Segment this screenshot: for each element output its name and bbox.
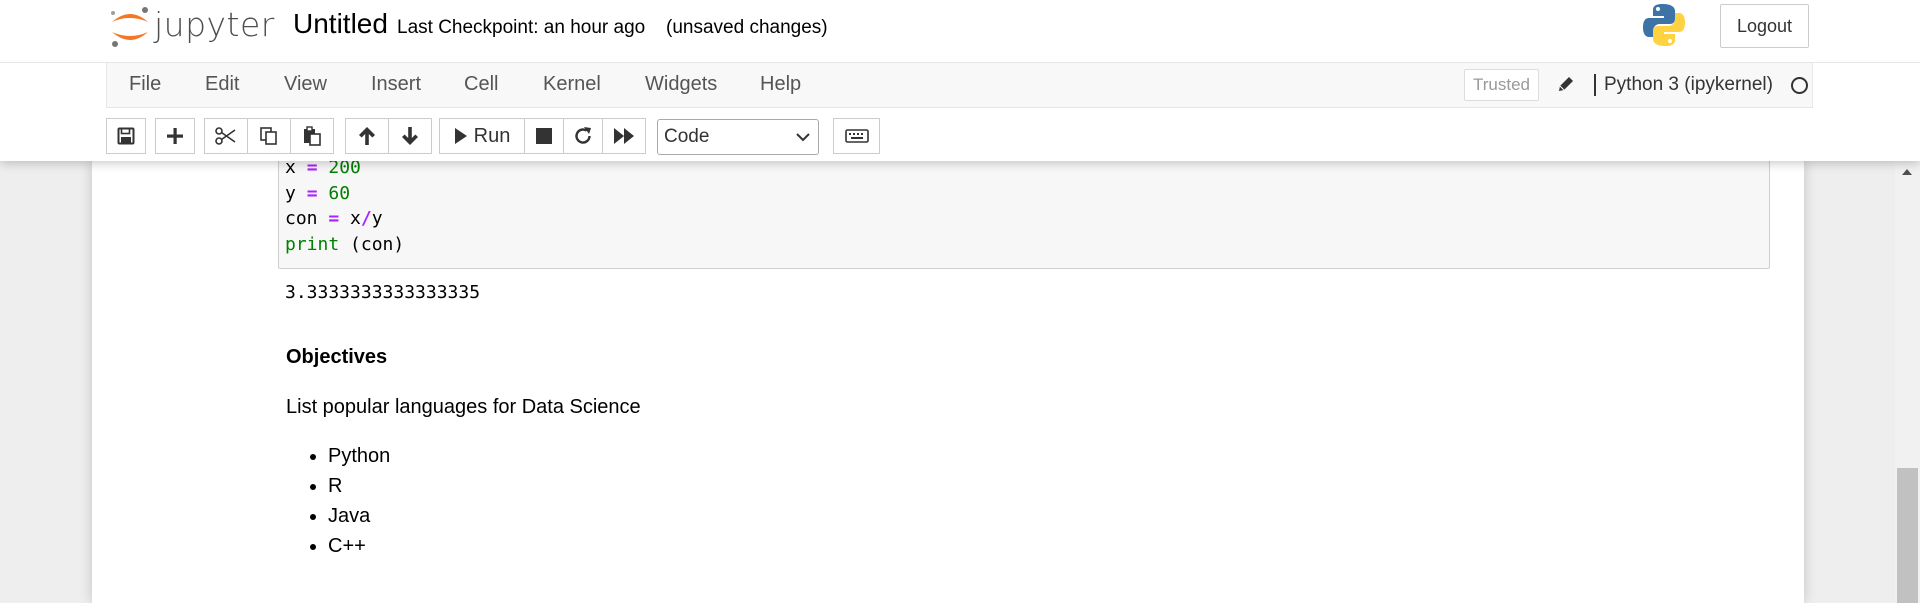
jupyter-logo[interactable]: jupyter	[108, 5, 274, 47]
cell-type-value: Code	[664, 126, 710, 147]
pencil-icon[interactable]	[1556, 74, 1576, 94]
move-up-button[interactable]	[345, 118, 389, 154]
copy-button[interactable]	[247, 118, 291, 154]
keyboard-icon	[844, 129, 869, 143]
code-line: y = 60	[285, 183, 351, 204]
code-line: print (con)	[285, 234, 405, 255]
header: jupyter Untitled Last Checkpoint: an hou…	[0, 0, 1920, 161]
copy-icon	[260, 127, 277, 145]
cut-button[interactable]	[204, 118, 248, 154]
run-button[interactable]: Run	[439, 118, 525, 154]
checkpoint-status: Last Checkpoint: an hour ago	[397, 17, 646, 38]
autosave-status: (unsaved changes)	[666, 17, 828, 38]
list-item: Python	[328, 441, 390, 471]
plus-icon	[167, 128, 183, 144]
logo-text: jupyter	[154, 5, 275, 44]
scroll-thumb[interactable]	[1897, 468, 1918, 603]
restart-run-all-button[interactable]	[602, 118, 646, 154]
menu-cell[interactable]: Cell	[464, 73, 498, 96]
list-item: C++	[328, 531, 390, 561]
code-line: con = x/y	[285, 208, 383, 229]
title-bar: jupyter Untitled Last Checkpoint: an hou…	[0, 0, 1920, 63]
save-button[interactable]	[106, 118, 146, 154]
run-icon	[454, 128, 467, 144]
kernel-name[interactable]: Python 3 (ipykernel)	[1594, 74, 1773, 96]
cut-icon	[215, 127, 236, 145]
paste-button[interactable]	[290, 118, 334, 154]
interrupt-button[interactable]	[524, 118, 564, 154]
list-item: R	[328, 471, 390, 501]
chevron-down-icon	[796, 133, 810, 142]
jupyter-logo-icon	[111, 7, 148, 47]
notebook-name[interactable]: Untitled	[293, 8, 388, 40]
menu-file[interactable]: File	[129, 73, 161, 96]
vertical-scrollbar[interactable]	[1895, 161, 1920, 603]
fast-forward-icon	[614, 128, 634, 144]
toolbar: Run Code	[0, 118, 1920, 156]
move-down-button[interactable]	[388, 118, 432, 154]
trusted-indicator[interactable]: Trusted	[1464, 69, 1540, 101]
menu-view[interactable]: View	[284, 73, 327, 96]
python-logo-icon	[1643, 4, 1685, 46]
menu-help[interactable]: Help	[760, 73, 801, 96]
restart-button[interactable]	[563, 118, 603, 154]
markdown-paragraph: List popular languages for Data Science	[286, 396, 641, 418]
paste-icon	[304, 126, 321, 146]
restart-icon	[575, 127, 591, 144]
scroll-up-arrow-icon[interactable]	[1902, 169, 1912, 175]
save-icon	[117, 127, 135, 145]
menu-kernel[interactable]: Kernel	[543, 73, 601, 96]
menu-insert[interactable]: Insert	[371, 73, 421, 96]
menu-widgets[interactable]: Widgets	[645, 73, 717, 96]
code-cell-input[interactable]	[278, 161, 1770, 269]
run-label: Run	[473, 124, 511, 147]
menubar: File Edit View Insert Cell Kernel Widget…	[106, 63, 1813, 108]
cell-output: 3.3333333333333335	[285, 282, 481, 303]
markdown-list: Python R Java C++	[286, 441, 390, 561]
cell-type-select[interactable]: Code	[657, 119, 819, 155]
arrow-down-icon	[402, 127, 418, 145]
logout-button[interactable]: Logout	[1720, 4, 1809, 48]
stop-icon	[536, 128, 552, 144]
markdown-heading: Objectives	[286, 346, 388, 368]
list-item: Java	[328, 501, 390, 531]
insert-cell-button[interactable]	[155, 118, 195, 154]
arrow-up-icon	[359, 127, 375, 145]
kernel-status-icon	[1791, 77, 1808, 94]
menu-edit[interactable]: Edit	[205, 73, 239, 96]
notebook-container: x = 200 y = 60 con = x/y print (con) 3.3…	[92, 157, 1804, 603]
command-palette-button[interactable]	[833, 118, 880, 154]
